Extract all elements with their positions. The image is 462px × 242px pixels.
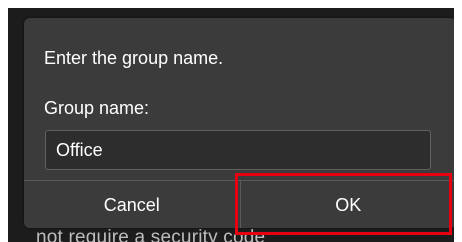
- device-screen: not require a security code Enter the gr…: [8, 8, 454, 242]
- group-name-label: Group name:: [44, 98, 150, 118]
- background-partial-text: not require a security code: [36, 227, 266, 242]
- cancel-button[interactable]: Cancel: [24, 181, 241, 228]
- dialog-prompt: Enter the group name.: [44, 48, 224, 68]
- group-name-dialog: Enter the group name. Group name: Cancel…: [24, 18, 454, 228]
- group-name-input[interactable]: [45, 130, 431, 170]
- ok-button[interactable]: OK: [240, 181, 454, 228]
- dialog-button-row: Cancel OK: [24, 180, 454, 228]
